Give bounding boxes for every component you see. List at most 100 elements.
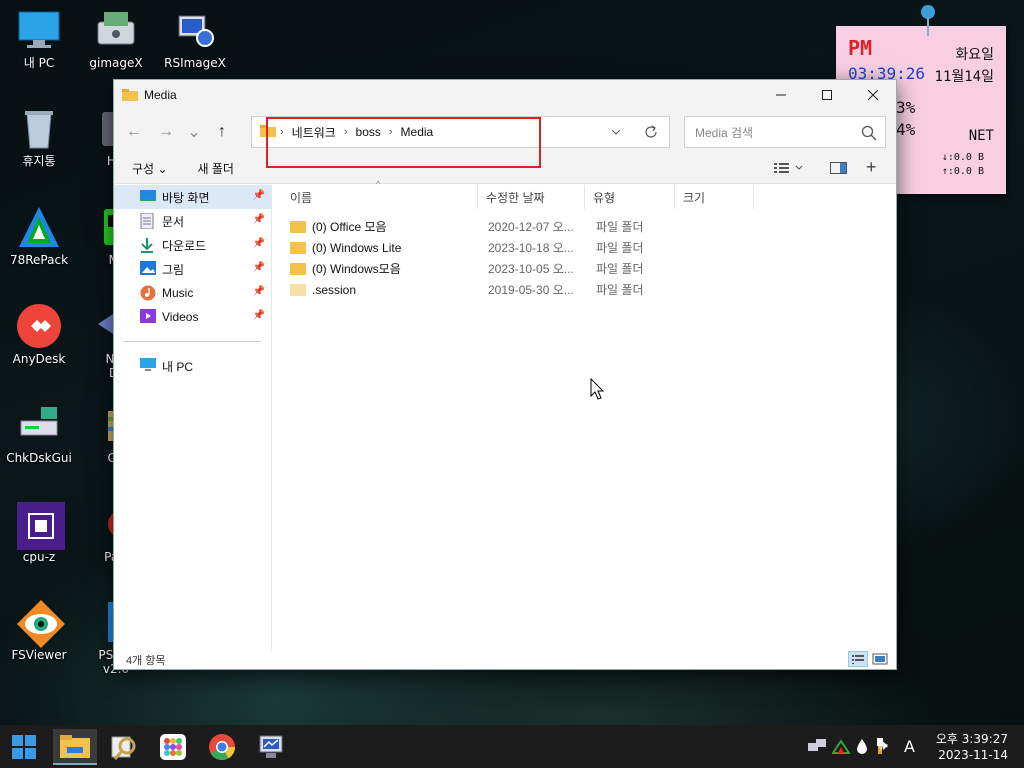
file-row[interactable]: .session 2019-05-30 오... 파일 폴더 (272, 279, 896, 300)
close-button[interactable] (850, 80, 896, 109)
music-icon (140, 285, 156, 301)
up-arrow-icon: ↑ (218, 122, 226, 140)
nav-item-downloads[interactable]: 다운로드 📌 (114, 233, 271, 257)
back-arrow-icon: ← (126, 122, 142, 140)
videos-icon (140, 309, 156, 325)
cpuz-icon (17, 502, 65, 550)
preview-pane-icon (830, 162, 847, 174)
view-options-button[interactable] (774, 161, 804, 175)
forward-button[interactable]: → (150, 116, 182, 148)
desktop-icon-rsimagex[interactable]: RSImageX (157, 8, 233, 70)
computer-icon (140, 358, 156, 374)
file-row[interactable]: (0) Office 모음 2020-12-07 오... 파일 폴더 (272, 216, 896, 237)
nav-item-videos[interactable]: Videos 📌 (114, 305, 271, 329)
folder-icon (290, 241, 306, 254)
ime-indicator[interactable]: A (904, 737, 915, 756)
desktop-icon-my-pc[interactable]: 내 PC (1, 8, 77, 70)
new-folder-button[interactable]: 새 폴더 (198, 160, 234, 177)
desktop-icon-recycle-bin[interactable]: 휴지통 (1, 106, 77, 168)
details-view-button[interactable] (848, 651, 868, 667)
sticky-weekday: 화요일 (955, 47, 994, 63)
file-type: 파일 폴더 (596, 262, 644, 276)
refresh-icon[interactable] (643, 124, 659, 143)
folder-icon (122, 88, 138, 101)
clock-date: 2023-11-14 (938, 748, 1008, 762)
desktop-icon-label: AnyDesk (12, 352, 66, 366)
file-row[interactable]: (0) Windows Lite 2023-10-18 오... 파일 폴더 (272, 237, 896, 258)
file-list: ^ 이름 수정한 날짜 유형 크기 (0) Office 모음 2020-12-… (272, 179, 896, 651)
address-dropdown-icon[interactable] (611, 125, 621, 139)
sticky-ampm: PM (848, 36, 873, 60)
up-button[interactable]: ↑ (206, 116, 238, 148)
chevron-down-icon: ⌄ (187, 123, 201, 141)
hidden-folder-icon (290, 283, 306, 296)
file-name: (0) Windows모음 (312, 262, 401, 276)
minimize-button[interactable] (758, 80, 804, 109)
back-button[interactable]: ← (118, 116, 150, 148)
recent-locations-button[interactable]: ⌄ (182, 116, 206, 148)
desktop-icon-label: RSImageX (164, 56, 226, 70)
add-button[interactable]: + (866, 157, 877, 178)
pin-icon: 📌 (252, 286, 265, 297)
taskbar-file-explorer[interactable] (53, 729, 97, 765)
preview-pane-button[interactable] (830, 162, 848, 175)
nav-item-desktop[interactable]: 바탕 화면 📌 (114, 185, 271, 209)
nav-item-this-pc[interactable]: 내 PC (114, 354, 271, 378)
nav-item-pictures[interactable]: 그림 📌 (114, 257, 271, 281)
taskbar-chrome[interactable] (200, 729, 244, 765)
organize-label: 구성 (132, 162, 155, 176)
repack-icon (17, 205, 61, 249)
nav-item-music[interactable]: Music 📌 (114, 281, 271, 305)
file-explorer-icon (60, 735, 90, 758)
column-header-date[interactable]: 수정한 날짜 (478, 185, 585, 209)
taskbar-network-app[interactable] (249, 729, 293, 765)
pin-icon: 📌 (252, 190, 265, 201)
folder-icon (290, 220, 306, 233)
large-icons-view-button[interactable] (870, 651, 890, 667)
desktop-icon (140, 189, 156, 205)
desktop-icon-label: FSViewer (11, 648, 67, 662)
wifi-tray-icon[interactable] (831, 739, 851, 758)
magnifier-icon (111, 736, 136, 760)
organize-button[interactable]: 구성 ⌄ (132, 160, 168, 177)
window-title: Media (144, 87, 177, 102)
sticky-net-down: ↓:0.0 B (941, 152, 984, 163)
file-name: .session (312, 282, 357, 297)
taskbar-clock[interactable]: 오후 3:39:27 2023-11-14 (936, 731, 1008, 763)
file-row[interactable]: (0) Windows모음 2023-10-05 오... 파일 폴더 (272, 258, 896, 279)
forward-arrow-icon: → (158, 122, 174, 140)
maximize-button[interactable] (804, 80, 850, 109)
taskbar-search-app[interactable] (102, 729, 146, 765)
network-monitor-icon (259, 735, 283, 758)
drop-tray-icon[interactable] (856, 738, 868, 757)
volume-icon[interactable]: 🕪 (879, 738, 888, 754)
search-placeholder: Media 검색 (695, 125, 754, 140)
nav-item-label: Videos (162, 310, 199, 324)
folder-icon (290, 262, 306, 275)
start-button[interactable] (2, 729, 46, 765)
app-grid-icon (160, 734, 186, 760)
desktop-icon-gimagex[interactable]: gimageX (78, 8, 154, 70)
sticky-mem-percent: 4% (896, 120, 916, 139)
pin-icon: 📌 (252, 262, 265, 273)
desktop-icon-anydesk[interactable]: AnyDesk (1, 304, 77, 366)
desktop-icon-78repack[interactable]: 78RePack (1, 205, 77, 267)
nav-divider (124, 341, 261, 342)
minimize-icon (776, 94, 786, 95)
pushpin-icon (920, 4, 936, 36)
column-header-name[interactable]: 이름 (272, 185, 478, 209)
desktop-icon-chkdskgui[interactable]: ChkDskGui (1, 403, 77, 465)
search-box[interactable]: Media 검색 (684, 116, 886, 148)
chevron-down-icon: ⌄ (157, 162, 168, 176)
column-header-type[interactable]: 유형 (585, 185, 675, 209)
title-bar[interactable]: Media (114, 80, 896, 109)
nav-item-documents[interactable]: 문서 📌 (114, 209, 271, 233)
sort-arrow-icon: ^ (376, 179, 381, 189)
explorer-window[interactable]: Media ← → ⌄ ↑ › 네트워크 › boss › Media Medi… (113, 79, 897, 670)
taskbar-app-launcher[interactable] (151, 729, 195, 765)
network-tray-icon[interactable] (808, 739, 826, 758)
recycle-bin-icon (17, 106, 61, 150)
column-header-size[interactable]: 크기 (675, 185, 754, 209)
desktop-icon-fsviewer[interactable]: FSViewer (1, 600, 77, 662)
desktop-icon-cpuz[interactable]: cpu-z (1, 502, 77, 564)
